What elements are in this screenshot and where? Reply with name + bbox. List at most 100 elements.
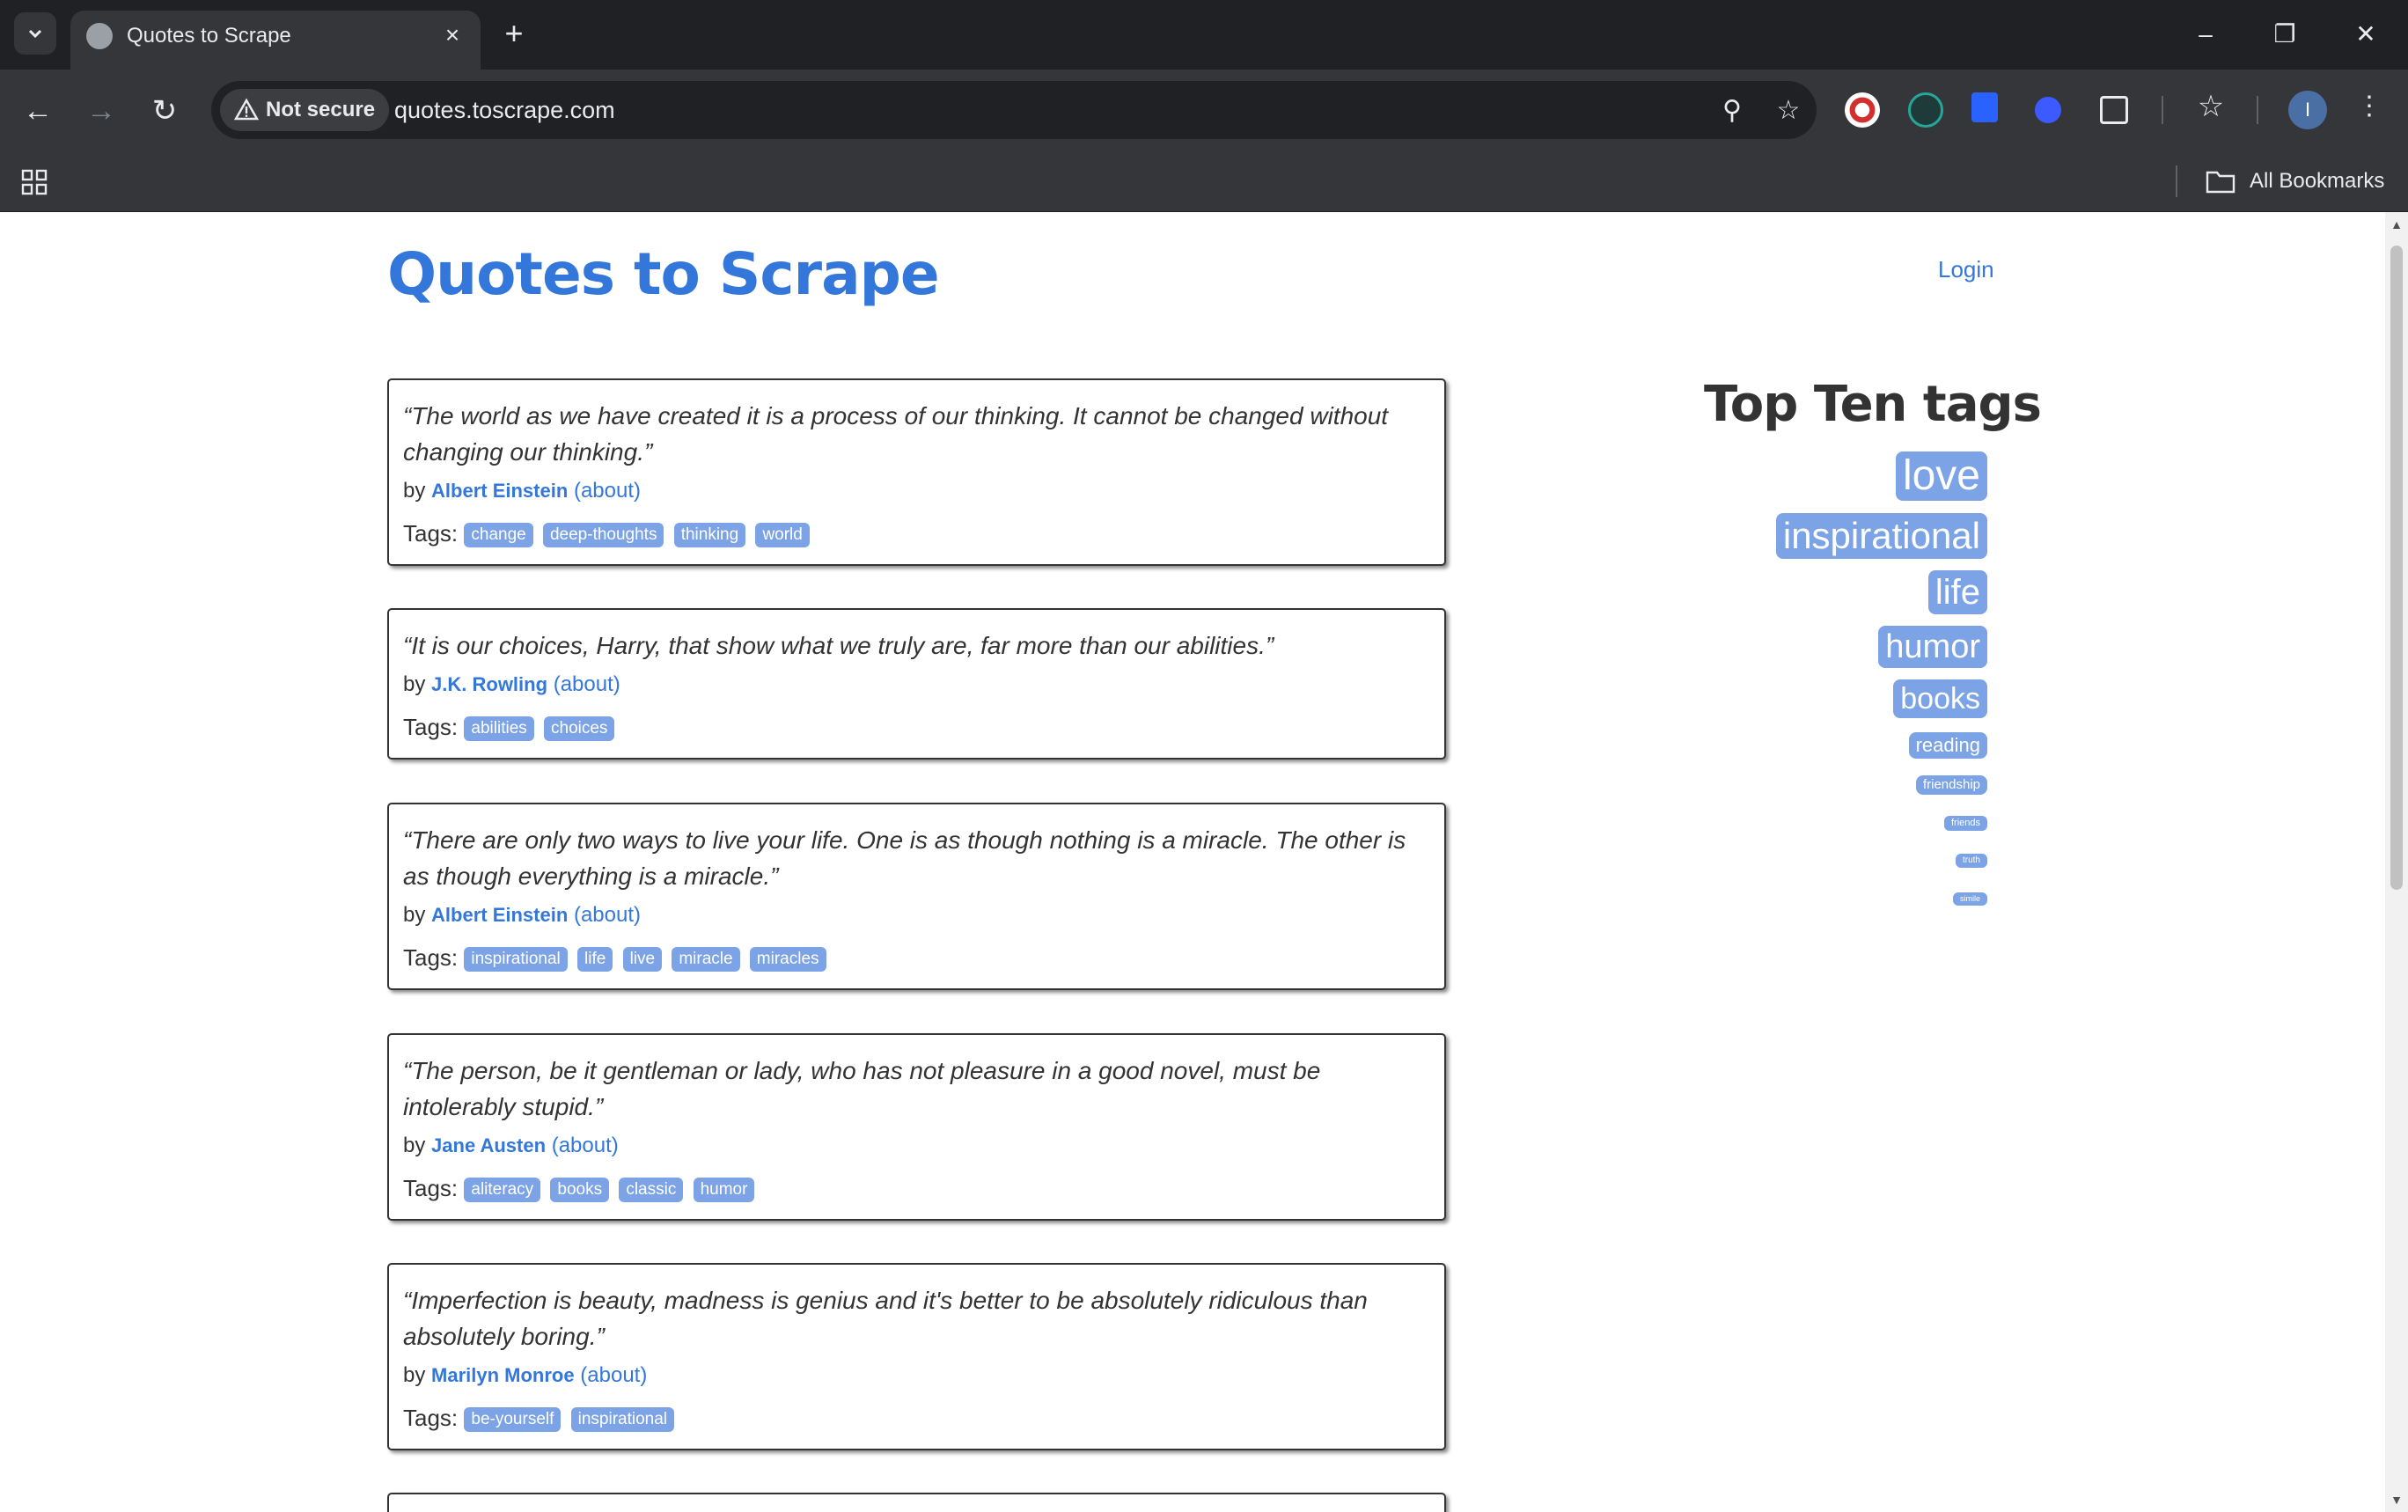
by-label: by [403, 1363, 426, 1387]
quote-text: “Imperfection is beauty, madness is geni… [403, 1287, 1368, 1350]
quote-text: “The world as we have created it is a pr… [403, 402, 1389, 466]
scroll-down-icon[interactable]: ▼ [2390, 1493, 2404, 1507]
tag-link[interactable]: books [550, 1178, 610, 1203]
tags-label: Tags: [403, 1405, 459, 1431]
address-bar[interactable]: Not secure quotes.toscrape.com ⚲ ☆ [211, 81, 1817, 139]
login-link[interactable]: Login [1938, 256, 1994, 283]
author-about-link[interactable]: (about) [580, 1363, 647, 1387]
tag-link[interactable]: miracle [672, 947, 740, 973]
zoom-icon[interactable]: ⚲ [1716, 95, 1748, 127]
quote-tags: Tags: change deep-thoughts thinking worl… [403, 516, 1430, 551]
author-about-link[interactable]: (about) [552, 1134, 619, 1157]
top-tag-link[interactable]: life [1927, 570, 1987, 614]
tags-label: Tags: [403, 714, 459, 740]
top-tag-link[interactable]: inspirational [1775, 513, 1987, 559]
tag-link[interactable]: deep-thoughts [542, 523, 664, 548]
top-tag-link[interactable]: love [1895, 451, 1987, 501]
top-tag-link[interactable]: friends [1943, 816, 1987, 831]
tag-link[interactable]: abilities [464, 716, 534, 742]
tag-link[interactable]: inspirational [570, 1407, 675, 1433]
quote-tags: Tags: abilities choices [403, 709, 1430, 745]
reload-icon[interactable]: ↻ [143, 89, 187, 133]
quote-text: “There are only two ways to live your li… [403, 826, 1406, 890]
folder-icon [2206, 171, 2235, 194]
back-icon[interactable]: ← [16, 89, 60, 133]
quote-card [387, 1493, 1446, 1512]
extensions-puzzle-icon[interactable] [2100, 96, 2128, 124]
quote-card: “The person, be it gentleman or lady, wh… [387, 1033, 1446, 1221]
layers-extension-icon[interactable] [2035, 97, 2061, 123]
tag-link[interactable]: miracles [749, 947, 826, 973]
top-tag-link[interactable]: truth [1955, 854, 1987, 868]
by-label: by [403, 1134, 426, 1157]
blocks-extension-icon[interactable] [1971, 92, 1998, 122]
quote-card: “Imperfection is beauty, madness is geni… [387, 1263, 1446, 1450]
tab-strip: Quotes to Scrape × + – ❐ ✕ [0, 0, 2408, 70]
network-extension-icon[interactable] [1908, 92, 1943, 128]
top-tag-link[interactable]: humor [1878, 626, 1987, 668]
top-tag-link[interactable]: friendship [1915, 775, 1987, 795]
tags-label: Tags: [403, 944, 459, 971]
menu-kebab-icon[interactable]: ⋮ [2353, 91, 2385, 122]
top-tag-link[interactable]: simile [1952, 892, 1987, 906]
bookmarks-divider [2176, 165, 2177, 197]
security-indicator[interactable]: Not secure [220, 89, 390, 131]
minimize-icon[interactable]: – [2179, 12, 2232, 56]
scrollbar-thumb[interactable] [2390, 246, 2403, 890]
tag-link[interactable]: change [464, 523, 533, 548]
tag-link[interactable]: thinking [673, 523, 746, 548]
pokeball-extension-icon[interactable] [1845, 92, 1880, 128]
quote-byline: by Albert Einstein (about) [403, 475, 1430, 507]
browser-toolbar: ← → ↻ Not secure quotes.toscrape.com ⚲ ☆… [0, 70, 2408, 151]
all-bookmarks-button[interactable]: All Bookmarks [2206, 165, 2384, 197]
quote-tags: Tags: aliteracy books classic humor [403, 1171, 1430, 1206]
profile-avatar[interactable]: I [2288, 91, 2327, 129]
forward-icon[interactable]: → [79, 89, 123, 133]
tag-link[interactable]: aliteracy [464, 1178, 541, 1203]
toolbar-divider [2162, 96, 2163, 124]
by-label: by [403, 672, 426, 696]
scroll-up-icon[interactable]: ▲ [2390, 217, 2404, 231]
author-name: Marilyn Monroe [431, 1364, 575, 1386]
quote-tags: Tags: be-yourself inspirational [403, 1400, 1430, 1435]
active-tab[interactable]: Quotes to Scrape × [70, 11, 481, 70]
close-window-icon[interactable]: ✕ [2339, 12, 2392, 56]
site-title-link[interactable]: Quotes to Scrape [387, 240, 940, 308]
tags-label: Tags: [403, 1175, 459, 1201]
quote-byline: by Marilyn Monroe (about) [403, 1360, 1430, 1391]
quote-byline: by J.K. Rowling (about) [403, 669, 1430, 701]
page-viewport: Quotes to Scrape Login “The world as we … [0, 212, 2385, 1512]
author-name: J.K. Rowling [431, 673, 548, 695]
top-tag-link[interactable]: reading [1908, 732, 1987, 759]
tag-link[interactable]: humor [693, 1178, 755, 1203]
tag-link[interactable]: classic [619, 1178, 684, 1203]
warning-icon [234, 98, 259, 121]
bookmarks-bar: All Bookmarks [0, 151, 2408, 212]
tag-link[interactable]: life [577, 947, 613, 973]
tag-link[interactable]: live [622, 947, 663, 973]
security-label: Not secure [266, 98, 376, 121]
tag-link[interactable]: choices [544, 716, 615, 742]
tag-link[interactable]: be-yourself [464, 1407, 562, 1433]
new-tab-button[interactable]: + [496, 16, 532, 51]
author-about-link[interactable]: (about) [554, 672, 620, 696]
restore-icon[interactable]: ❐ [2258, 12, 2311, 56]
tag-link[interactable]: world [755, 523, 810, 548]
author-about-link[interactable]: (about) [574, 903, 641, 927]
bookmark-star-icon[interactable]: ☆ [1773, 95, 1804, 127]
author-name: Jane Austen [431, 1134, 547, 1156]
vertical-scrollbar[interactable]: ▲ ▼ [2385, 212, 2408, 1512]
tag-link[interactable]: inspirational [464, 947, 568, 973]
quote-card: “It is our choices, Harry, that show wha… [387, 608, 1446, 760]
author-about-link[interactable]: (about) [574, 479, 641, 503]
tab-close-icon[interactable]: × [437, 19, 468, 51]
tags-label: Tags: [403, 520, 459, 547]
by-label: by [403, 903, 426, 927]
bookmarks-star-icon[interactable]: ☆ [2195, 91, 2227, 122]
top-tag-link[interactable]: books [1893, 679, 1987, 718]
all-bookmarks-label: All Bookmarks [2250, 169, 2385, 193]
url-text[interactable]: quotes.toscrape.com [394, 96, 615, 124]
apps-grid-icon[interactable] [21, 169, 48, 195]
by-label: by [403, 479, 426, 503]
tab-search-button[interactable] [14, 12, 56, 55]
